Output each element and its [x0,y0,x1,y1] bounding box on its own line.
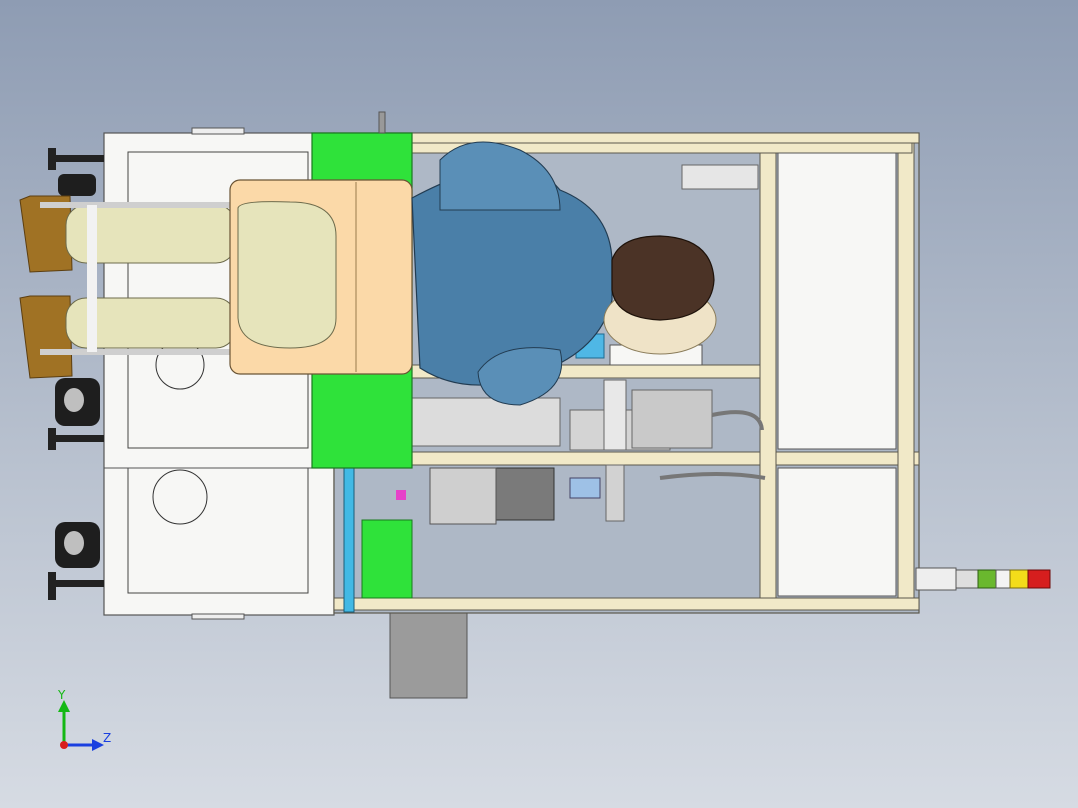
axis-y-label: Y [58,688,66,702]
support-leg[interactable] [389,611,468,699]
signal-tower-light[interactable] [915,567,1051,591]
coordinate-triad [58,700,104,751]
model-scene[interactable] [0,0,1078,808]
top-sensor-pin[interactable] [378,111,386,134]
cad-viewport[interactable]: Y Z [0,0,1078,808]
axis-z-label: Z [103,731,112,745]
